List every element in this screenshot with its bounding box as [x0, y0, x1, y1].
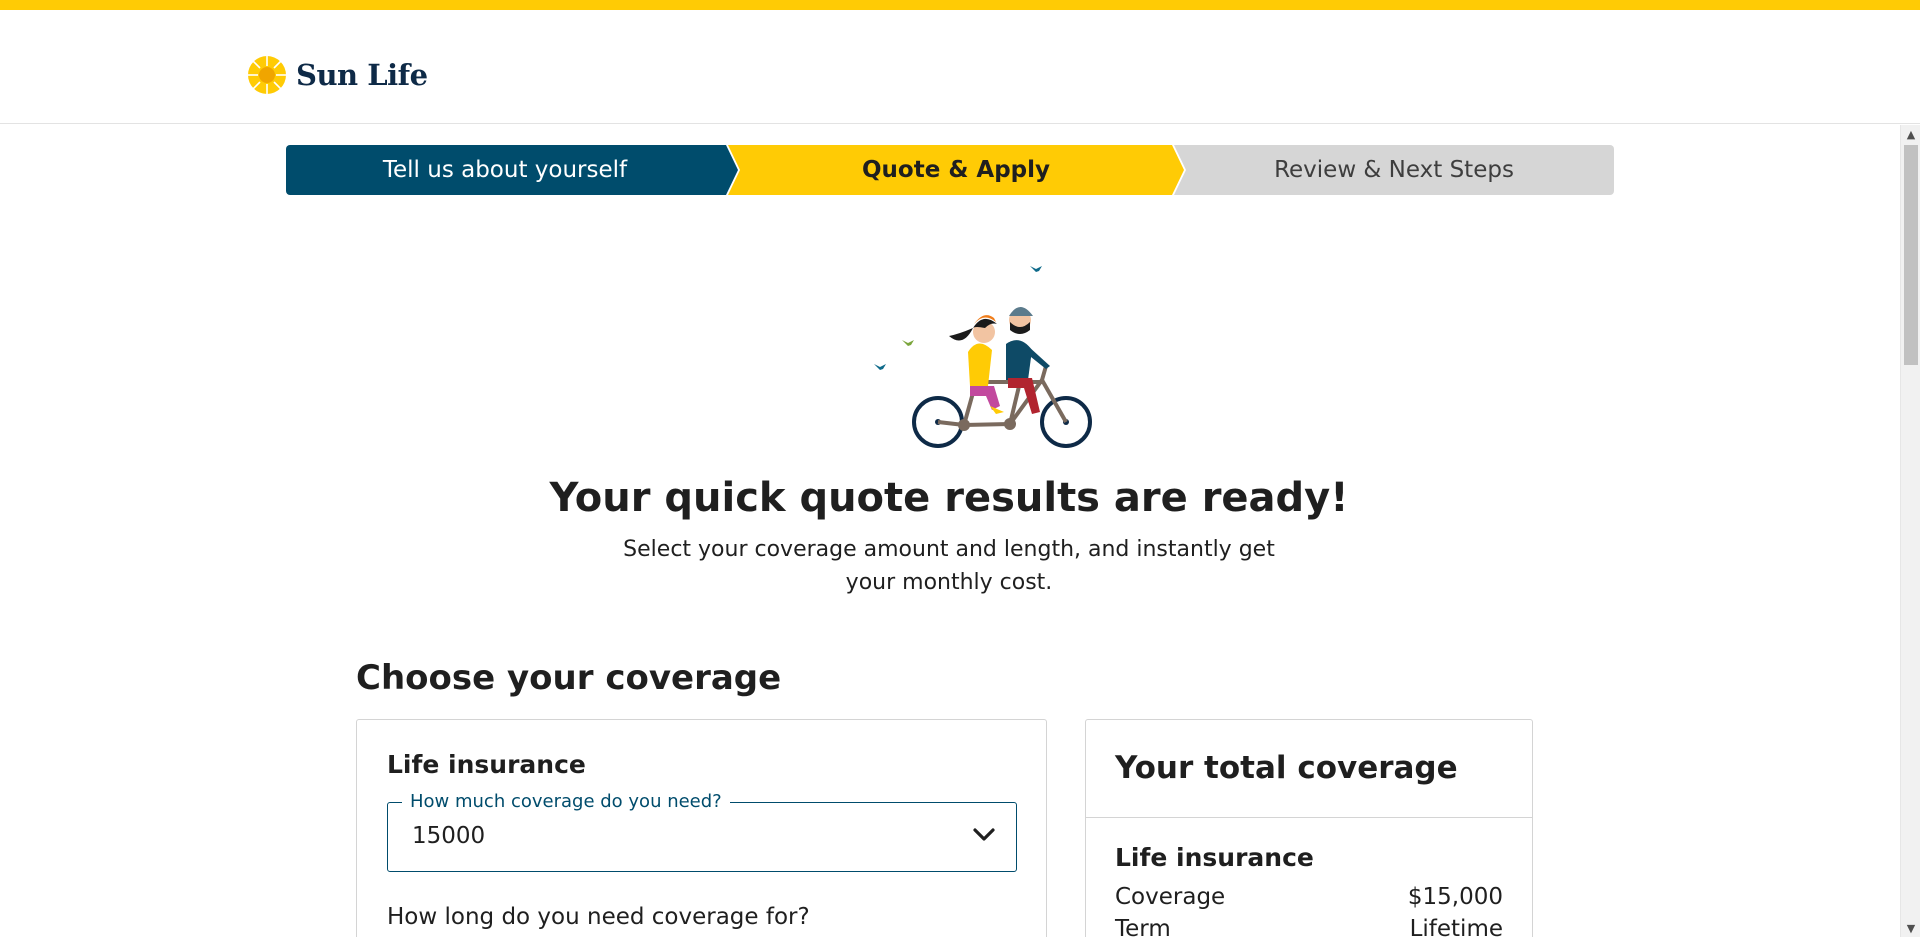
page-subtext: Select your coverage amount and length, …	[623, 537, 1275, 595]
summary-row-label: Term	[1115, 916, 1171, 937]
vertical-scrollbar[interactable]: ▲ ▼	[1900, 125, 1920, 937]
divider	[1086, 817, 1532, 818]
section-title: Choose your coverage	[356, 658, 782, 698]
tandem-bicycle-illustration	[874, 266, 1092, 448]
summary-row-label: Coverage	[1115, 884, 1226, 910]
coverage-length-question: How long do you need coverage for?	[387, 904, 810, 930]
field-label: How much coverage do you need?	[402, 791, 730, 812]
step-review-and-next-steps: Review & Next Steps	[1174, 145, 1614, 195]
summary-row-term: Term Lifetime	[1115, 916, 1503, 937]
step-quote-and-apply[interactable]: Quote & Apply	[728, 145, 1184, 195]
life-insurance-card: Life insurance How much coverage do you …	[356, 719, 1047, 937]
logo-wordmark: Sun Life	[296, 58, 428, 92]
field-value: 15000	[412, 823, 486, 849]
progress-stepper: Tell us about yourself Quote & Apply Rev…	[286, 145, 1614, 195]
card-heading: Life insurance	[387, 750, 586, 779]
bird-icon	[1030, 266, 1042, 272]
brand-top-stripe	[0, 0, 1920, 10]
step-label: Quote & Apply	[862, 157, 1050, 183]
main-content: Tell us about yourself Quote & Apply Rev…	[0, 125, 1920, 937]
site-header: Sun Life	[0, 10, 1920, 124]
summary-row-coverage: Coverage $15,000	[1115, 884, 1503, 910]
coverage-amount-select[interactable]: How much coverage do you need? 15000	[387, 791, 1017, 872]
sun-life-logo[interactable]: Sun Life	[246, 54, 428, 96]
summary-section-title: Life insurance	[1115, 843, 1314, 872]
sun-logo-icon	[248, 56, 286, 94]
total-coverage-card: Your total coverage Life insurance Cover…	[1085, 719, 1533, 937]
summary-row-value: Lifetime	[1409, 916, 1503, 937]
step-label: Review & Next Steps	[1274, 157, 1514, 183]
bird-icon	[902, 340, 914, 346]
scroll-down-arrow-icon[interactable]: ▼	[1901, 919, 1920, 937]
step-label: Tell us about yourself	[382, 157, 628, 183]
step-tell-us-about-yourself[interactable]: Tell us about yourself	[286, 145, 738, 195]
scroll-up-arrow-icon[interactable]: ▲	[1901, 125, 1920, 143]
total-coverage-heading: Your total coverage	[1115, 750, 1458, 786]
chevron-down-icon	[973, 828, 995, 841]
summary-row-value: $15,000	[1407, 884, 1503, 910]
scroll-thumb[interactable]	[1904, 145, 1918, 365]
bird-icon	[874, 364, 886, 370]
page-headline: Your quick quote results are ready!	[549, 475, 1349, 521]
